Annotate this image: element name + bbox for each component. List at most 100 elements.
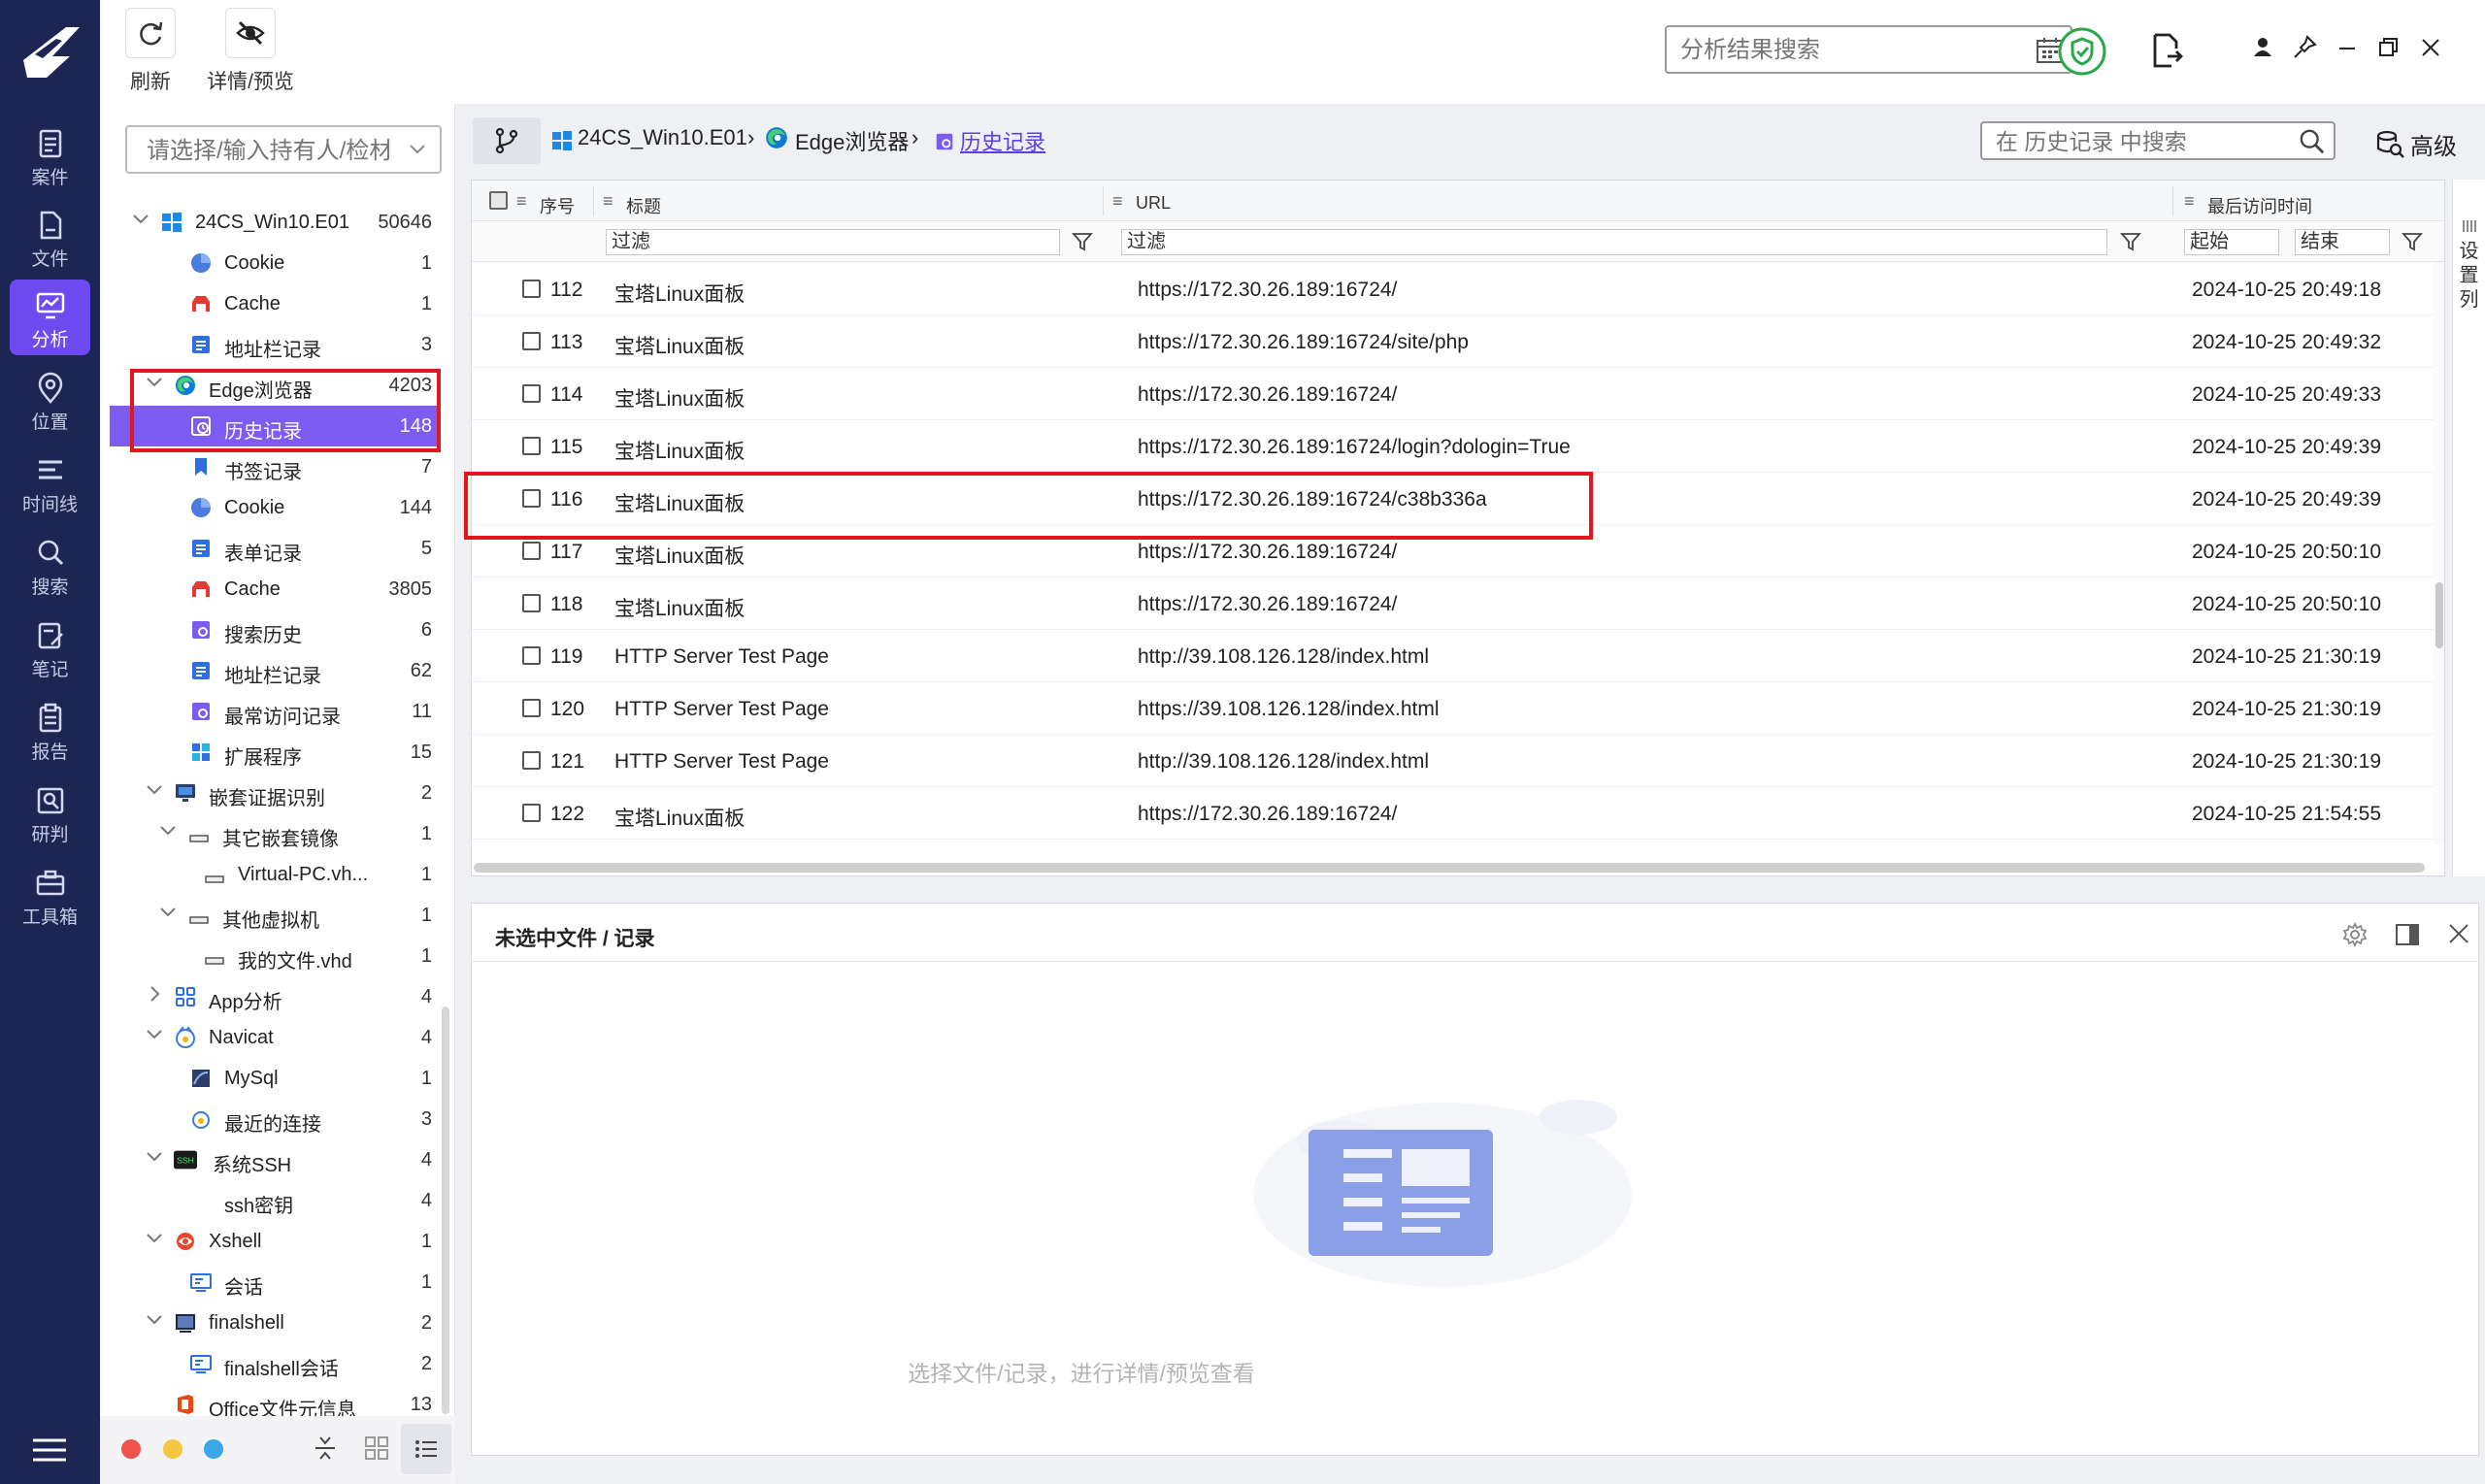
nav-search[interactable]: 搜索 [10,527,90,603]
branch-button[interactable] [473,117,541,164]
tree-item-finalshell-session[interactable]: finalshell会话 2 [100,1343,440,1384]
table-row[interactable]: 115 宝塔Linux面板 https://172.30.26.189:16724/… [472,420,2435,473]
tree-item-app-analysis[interactable]: App分析 4 [100,976,440,1017]
restore-icon[interactable] [2373,33,2402,62]
table-row[interactable]: 114 宝塔Linux面板 https://172.30.26.189:16724/… [472,368,2435,420]
tree-item-search-history[interactable]: 搜索历史 6 [100,610,440,650]
row-checkbox[interactable] [522,332,541,350]
filter-icon[interactable] [2402,231,2423,252]
row-checkbox[interactable] [522,594,541,612]
chevron-down-icon[interactable] [158,821,178,841]
settings-column-button[interactable]: 设置列 [2452,180,2485,876]
export-icon[interactable] [2150,33,2183,68]
column-title[interactable]: 标题 [626,193,661,218]
filter-icon[interactable] [1072,231,1093,252]
global-search[interactable] [1665,25,2099,74]
tree-item-mysql[interactable]: MySql 1 [100,1058,440,1099]
tree-item-cache[interactable]: Cache 1 [100,283,440,324]
table-hscrollbar[interactable] [474,863,2425,873]
blue-dot-icon[interactable] [204,1439,223,1459]
nav-file[interactable]: 文件 [10,199,90,275]
search-icon[interactable] [2299,128,2326,155]
column-url[interactable]: URL [1136,193,1171,214]
table-scrollbar-thumb[interactable] [2435,582,2443,648]
tree-item-xshell[interactable]: Xshell 1 [100,1221,440,1262]
column-last-visit[interactable]: 最后访问时间 [2207,193,2312,218]
tree-item-nested-evidence[interactable]: 嵌套证据识别 2 [100,773,440,813]
row-checkbox[interactable] [522,437,541,455]
minimize-icon[interactable] [2333,33,2362,62]
breadcrumb-root[interactable]: 24CS_Win10.E01 [578,125,747,150]
column-menu-icon[interactable]: ≡ [1112,191,1123,212]
nav-judge[interactable]: 研判 [10,775,90,850]
nav-report[interactable]: 报告 [10,692,90,768]
chevron-down-icon[interactable] [145,780,164,800]
tree-item-ssh-key[interactable]: ssh密钥 4 [100,1180,440,1221]
tree-item-recent-connections[interactable]: 最近的连接 3 [100,1099,440,1139]
tree-scrollbar[interactable] [442,1006,449,1414]
global-search-input[interactable] [1680,36,1971,65]
table-row[interactable]: 113 宝塔Linux面板 https://172.30.26.189:16724/… [472,315,2435,368]
tree-item-top-sites[interactable]: 最常访问记录 11 [100,691,440,732]
row-checkbox[interactable] [522,646,541,665]
red-dot-icon[interactable] [121,1439,141,1459]
refresh-button[interactable]: 刷新 [125,8,176,95]
url-filter-input[interactable]: 过滤 [1121,229,2107,255]
user-icon[interactable] [2248,33,2277,62]
tree-item-finalshell[interactable]: finalshell 2 [100,1303,440,1343]
column-menu-icon[interactable]: ≡ [603,191,613,212]
shield-status-icon[interactable] [2057,26,2107,77]
chevron-down-icon[interactable] [145,1025,164,1044]
row-checkbox[interactable] [522,699,541,717]
nav-timeline[interactable]: 时间线 [10,445,90,520]
table-row[interactable]: 112 宝塔Linux面板 https://172.30.26.189:16724/… [472,263,2435,315]
chevron-down-icon[interactable] [409,143,426,156]
tree-item-edge-address-bar[interactable]: 地址栏记录 62 [100,650,440,691]
chevron-down-icon[interactable] [145,1147,164,1167]
tree-item-session[interactable]: 会话 1 [100,1262,440,1303]
holder-select[interactable] [125,125,442,174]
holder-input[interactable] [147,137,389,166]
nav-toolbox[interactable]: 工具箱 [10,857,90,933]
collapse-icon[interactable] [312,1434,339,1463]
pin-icon[interactable] [2290,33,2319,62]
nav-location[interactable]: 位置 [10,362,90,438]
menu-icon[interactable] [29,1433,70,1468]
chevron-down-icon[interactable] [158,903,178,922]
tree-item-my-vhd[interactable]: 我的文件.vhd 1 [100,936,440,976]
table-row[interactable]: 121 HTTP Server Test Page http://39.108.12… [472,735,2435,787]
column-index[interactable]: 序号 [540,193,575,218]
table-row[interactable]: 120 HTTP Server Test Page https://39.108.1… [472,682,2435,735]
tree-item-cookie[interactable]: Cookie 1 [100,243,440,283]
table-search-input[interactable] [1996,128,2287,155]
row-checkbox[interactable] [522,542,541,560]
chevron-down-icon[interactable] [145,1310,164,1330]
table-row[interactable]: 122 宝塔Linux面板 https://172.30.26.189:16724/… [472,787,2435,840]
chevron-down-icon[interactable] [145,1229,164,1248]
close-icon[interactable] [2446,921,2471,946]
row-checkbox[interactable] [522,280,541,298]
filter-icon[interactable] [2120,231,2141,252]
row-checkbox[interactable] [522,804,541,822]
column-menu-icon[interactable]: ≡ [516,191,527,212]
table-row[interactable]: 118 宝塔Linux面板 https://172.30.26.189:16724/… [472,577,2435,630]
time-end-filter[interactable]: 结束 [2295,229,2390,255]
chevron-down-icon[interactable] [131,210,150,229]
table-search[interactable] [1980,121,2336,160]
select-all-checkbox[interactable] [489,191,508,210]
tree-item-address-bar[interactable]: 地址栏记录 3 [100,324,440,365]
breadcrumb-browser[interactable]: Edge浏览器 [795,125,909,156]
close-icon[interactable] [2416,33,2445,62]
tree-item-extensions[interactable]: 扩展程序 15 [100,732,440,773]
gear-icon[interactable] [2341,921,2369,948]
panel-toggle-icon[interactable] [2394,921,2421,948]
yellow-dot-icon[interactable] [163,1439,182,1459]
tree-item-other-vm[interactable]: 其他虚拟机 1 [100,895,440,936]
row-checkbox[interactable] [522,384,541,403]
breadcrumb-current[interactable]: 历史记录 [960,125,1045,156]
grid-view-icon[interactable] [364,1435,389,1461]
tree-item-root-evidence[interactable]: 24CS_Win10.E01 50646 [100,202,440,243]
time-start-filter[interactable]: 起始 [2184,229,2279,255]
row-checkbox[interactable] [522,751,541,770]
tree-item-edge-cookie[interactable]: Cookie 144 [100,487,440,528]
